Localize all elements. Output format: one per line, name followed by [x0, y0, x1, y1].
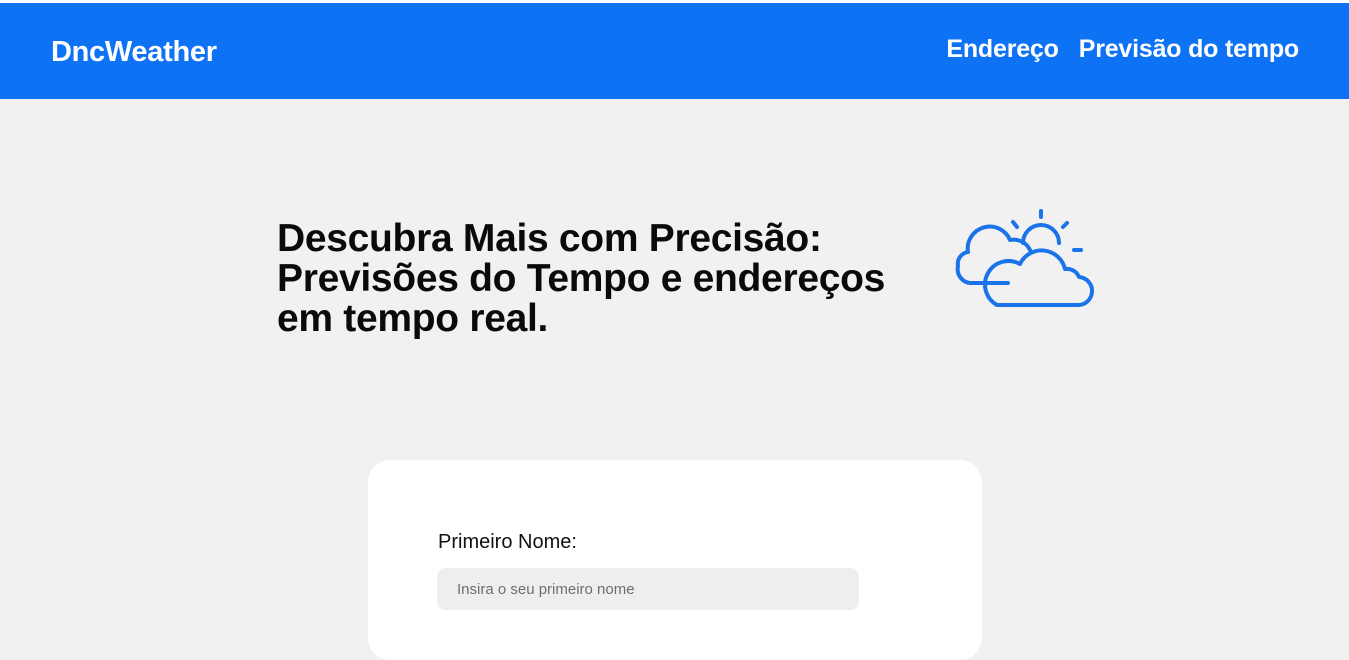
hero-title: Descubra Mais com Precisão: Previsões do…: [277, 219, 947, 339]
brand-logo[interactable]: DncWeather: [51, 35, 217, 69]
hero-title-line: Previsões do Tempo e endereços: [277, 257, 886, 300]
nav-link-previsao[interactable]: Previsão do tempo: [1079, 34, 1299, 64]
first-name-input[interactable]: [437, 568, 859, 610]
nav-link-endereco[interactable]: Endereço: [946, 34, 1059, 64]
navbar: DncWeather Endereço Previsão do tempo: [0, 3, 1349, 99]
hero-title-line: Descubra Mais com Precisão:: [277, 217, 822, 260]
partly-cloudy-icon: [955, 209, 1095, 308]
form-card: Primeiro Nome:: [368, 460, 982, 660]
hero-title-line: em tempo real.: [277, 297, 549, 340]
nav-links: Endereço Previsão do tempo: [946, 34, 1299, 64]
first-name-label: Primeiro Nome:: [438, 531, 577, 553]
